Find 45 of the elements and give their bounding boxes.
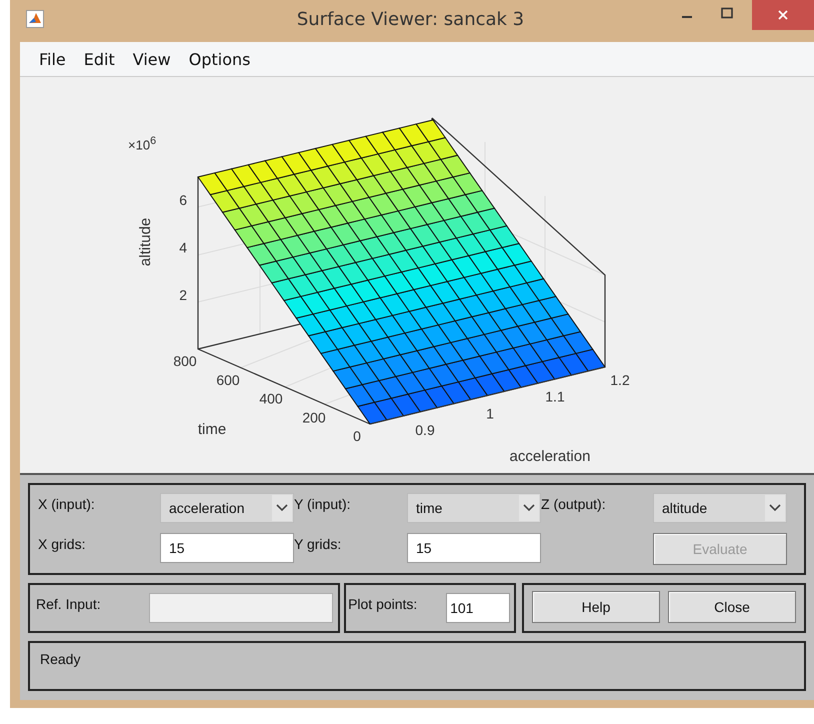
field-label: X grids: [38,534,86,552]
status-text: Ready [40,651,80,667]
window-title: Surface Viewer: sancak 3 [296,9,524,30]
axis-tick-label: 1 [486,405,494,422]
field-label: Z (output): [541,495,607,512]
field-label: Plot points: [348,595,418,612]
menu-item[interactable]: View [124,50,180,68]
axis-tick-label: 800 [173,353,197,369]
axis-tick-label: 1.1 [545,388,565,405]
maximize-icon [720,7,733,19]
caret-icon [519,495,539,521]
caret-icon [272,495,292,521]
menu-item[interactable]: Edit [74,50,124,68]
axis-label: time [198,421,226,438]
close-icon [776,9,789,21]
field-label: X (input): [38,495,96,512]
field-label: Ref. Input: [36,595,102,612]
axis-tick-label: 4 [179,240,187,256]
axis-tick-label: 600 [216,372,240,388]
axis-tick-label: 6 [179,192,187,208]
app-icon [26,10,44,28]
input-field[interactable]: 101 [446,593,510,623]
caret-icon [765,495,785,521]
input-field[interactable]: 15 [407,532,541,562]
input-field[interactable]: 15 [160,532,294,562]
close-button[interactable] [752,0,814,30]
minimize-icon [682,16,692,18]
axis-tick-label: 200 [302,409,326,426]
dialog-button[interactable]: Help [532,591,660,623]
axis-tick-label: 400 [259,390,283,406]
menu-item[interactable]: File [30,50,75,68]
dropdown[interactable]: altitude [653,493,787,523]
dropdown[interactable]: time [407,493,541,523]
dropdown[interactable]: acceleration [160,493,294,523]
axis-tick-label: 0 [353,428,361,444]
axis-tick-label: 2 [179,287,187,303]
menu-item[interactable]: Options [180,50,260,68]
axis-multiplier: ×10$^{6}$ [128,135,156,152]
axis-tick-label: 1.2 [610,372,630,388]
field-label: Y (input): [294,495,352,512]
axis-label: acceleration [510,448,590,465]
axis-label: altitude [137,218,154,266]
dialog-button[interactable]: Close [668,591,796,623]
field-label: Y grids: [294,534,342,552]
axis-tick-label: 0.9 [415,422,435,438]
